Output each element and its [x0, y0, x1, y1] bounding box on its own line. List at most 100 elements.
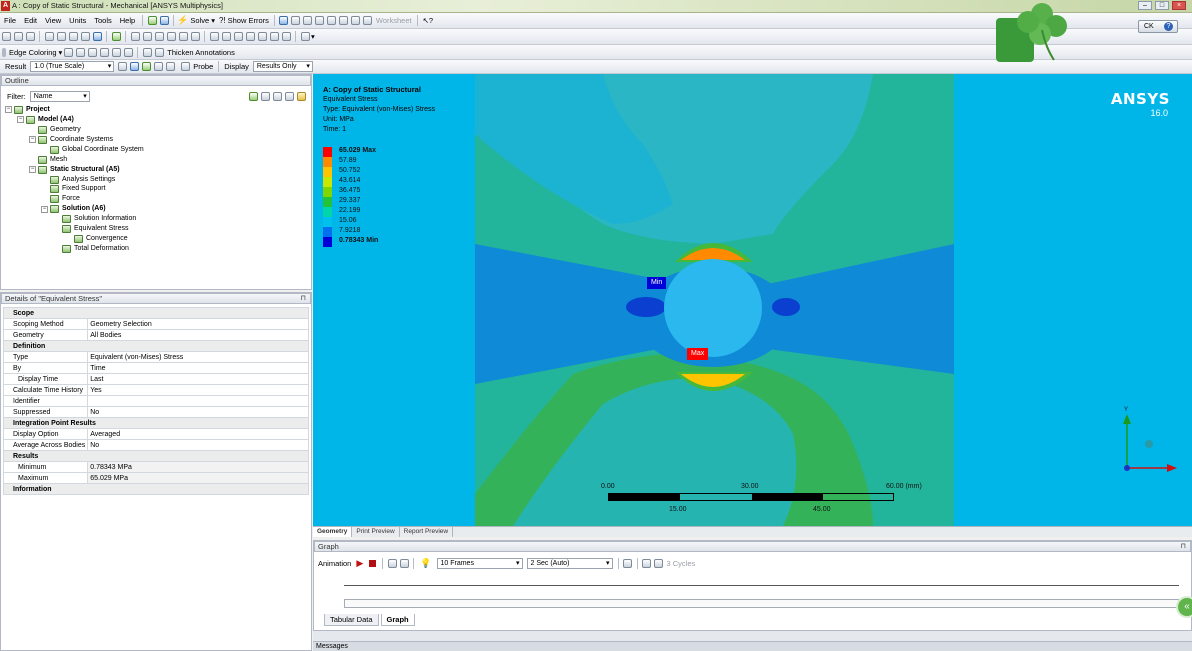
details-row[interactable]: By Time — [2, 362, 309, 374]
expand-fab-icon[interactable]: « — [1176, 596, 1192, 618]
animation-timeline[interactable] — [344, 585, 1179, 586]
tree-node[interactable]: − Solution (A6) — [5, 204, 144, 214]
duration-select[interactable]: 2 Sec (Auto) — [526, 557, 613, 569]
tab-graph[interactable]: Graph — [380, 614, 415, 626]
property-value[interactable] — [87, 395, 309, 407]
pin-icon[interactable]: ⊓ — [1181, 542, 1186, 552]
details-row[interactable]: Display Time Last — [2, 373, 309, 385]
tree-node[interactable]: Equivalent Stress — [5, 224, 144, 234]
hide-icon[interactable] — [257, 32, 267, 41]
stop-icon[interactable] — [369, 559, 377, 567]
user-menu[interactable]: CK ? — [1138, 20, 1178, 33]
node-select-icon[interactable] — [92, 32, 102, 41]
menu-edit[interactable]: Edit — [20, 16, 41, 25]
maximize-button[interactable]: □ — [1155, 1, 1169, 10]
zoom-icon[interactable] — [154, 32, 164, 41]
edge-select-icon[interactable] — [56, 32, 66, 41]
select-mode-icon[interactable] — [13, 32, 23, 41]
expand-toggle-icon[interactable]: − — [29, 166, 36, 174]
tree-node[interactable]: Convergence — [5, 234, 144, 244]
select-icon[interactable] — [1, 32, 11, 41]
geometry-icon[interactable] — [159, 16, 169, 25]
tab-tabular-data[interactable]: Tabular Data — [324, 614, 379, 626]
probe-button[interactable]: Probe — [179, 62, 215, 71]
help-cursor-icon[interactable]: ↖? — [423, 16, 433, 25]
details-row[interactable]: Calculate Time History Yes — [2, 384, 309, 396]
folder-icon[interactable] — [296, 91, 306, 101]
expand-all-icon[interactable] — [248, 91, 258, 101]
tool-icon[interactable] — [279, 16, 289, 25]
tool-icon[interactable] — [291, 16, 301, 25]
maxmin-icon[interactable] — [165, 62, 175, 71]
menu-help[interactable]: Help — [116, 16, 139, 25]
expand-toggle-icon[interactable]: − — [29, 136, 36, 144]
animation-scrubber[interactable] — [344, 599, 1179, 608]
details-section[interactable]: Results — [3, 450, 309, 462]
filter-select[interactable]: Name — [29, 90, 90, 102]
tool-icon[interactable] — [303, 16, 313, 25]
pan-icon[interactable] — [142, 32, 152, 41]
extend-icon[interactable] — [111, 32, 121, 41]
worksheet-icon[interactable] — [363, 16, 373, 25]
details-row[interactable]: Geometry All Bodies — [2, 329, 309, 341]
property-value[interactable]: 0.78343 MPa — [87, 461, 309, 473]
previous-view-icon[interactable] — [209, 32, 219, 41]
tool-icon[interactable] — [315, 16, 325, 25]
tag-icon[interactable] — [281, 32, 291, 41]
menu-view[interactable]: View — [41, 16, 65, 25]
viewport-layout-icon[interactable] — [300, 32, 310, 41]
property-value[interactable]: Time — [87, 362, 309, 374]
expand-toggle-icon[interactable]: − — [5, 106, 12, 114]
magnifier-icon[interactable] — [190, 32, 200, 41]
max-probe-label[interactable]: Max — [687, 348, 709, 360]
close-button[interactable]: × — [1172, 1, 1186, 10]
collapse-icon[interactable] — [260, 91, 270, 101]
tab-geometry[interactable]: Geometry — [313, 527, 353, 537]
edge-icon[interactable] — [75, 47, 85, 57]
worksheet-button[interactable]: Worksheet — [376, 16, 412, 25]
isometric-view-icon[interactable] — [233, 32, 243, 41]
pin-icon[interactable]: ⊓ — [301, 294, 306, 304]
details-section[interactable]: Integration Point Results — [3, 417, 309, 429]
box-zoom-icon[interactable] — [166, 32, 176, 41]
frames-select[interactable]: 10 Frames — [436, 557, 523, 569]
tree-node[interactable]: − Coordinate Systems — [5, 135, 144, 145]
details-row[interactable]: Display Option Averaged — [2, 428, 309, 440]
property-value[interactable]: All Bodies — [87, 329, 309, 341]
tab-report-preview[interactable]: Report Preview — [400, 527, 454, 537]
details-row[interactable]: Minimum 0.78343 MPa — [2, 461, 309, 473]
tree-node[interactable]: Analysis Settings — [5, 175, 144, 185]
help-icon[interactable]: ? — [1164, 22, 1173, 31]
details-section[interactable]: Scope — [3, 307, 309, 319]
expand-icon[interactable] — [272, 91, 282, 101]
next-view-icon[interactable] — [221, 32, 231, 41]
expand-toggle-icon[interactable]: − — [41, 205, 48, 213]
details-section[interactable]: Definition — [3, 340, 309, 352]
tree-node[interactable]: − Project — [5, 105, 144, 115]
play-icon[interactable]: ▶ — [356, 558, 363, 569]
details-row[interactable]: Average Across Bodies No — [2, 439, 309, 451]
lightbulb-icon[interactable]: 💡 — [420, 558, 431, 569]
frames-icon[interactable] — [387, 558, 397, 568]
check-icon[interactable] — [147, 16, 157, 25]
color-legend[interactable]: 65.029 Max 57.89 50.752 43.614 36.475 29.337 2… — [323, 147, 413, 251]
property-value[interactable]: 65.029 MPa — [87, 472, 309, 484]
edge-display-icon[interactable] — [141, 62, 151, 71]
property-value[interactable]: Last — [87, 373, 309, 385]
print-icon[interactable] — [269, 32, 279, 41]
geometry-display-icon[interactable] — [117, 62, 127, 71]
set-view-icon[interactable] — [245, 32, 255, 41]
vertex-select-icon[interactable] — [44, 32, 54, 41]
tab-print-preview[interactable]: Print Preview — [352, 527, 400, 537]
details-row[interactable]: Identifier — [2, 395, 309, 407]
graphics-viewport[interactable]: A: Copy of Static Structural Equivalent … — [313, 74, 1192, 526]
property-value[interactable]: Equivalent (von-Mises) Stress — [87, 351, 309, 363]
details-section[interactable]: Information — [3, 483, 309, 495]
rotate-icon[interactable] — [130, 32, 140, 41]
details-row[interactable]: Maximum 65.029 MPa — [2, 472, 309, 484]
minimize-button[interactable]: – — [1138, 1, 1152, 10]
tree-node[interactable]: Geometry — [5, 125, 144, 135]
property-value[interactable]: No — [87, 439, 309, 451]
wireframe-icon[interactable] — [87, 47, 97, 57]
details-row[interactable]: Type Equivalent (von-Mises) Stress — [2, 351, 309, 363]
